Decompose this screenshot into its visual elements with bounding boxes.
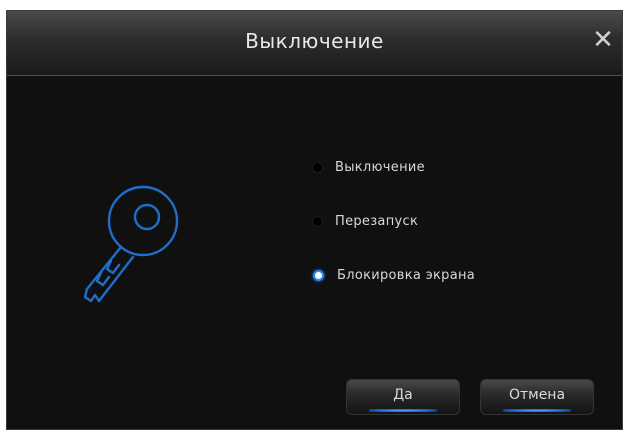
option-restart-label: Перезапуск <box>335 213 419 229</box>
shutdown-dialog: Выключение ✕ Выключение Перезапуск Блоки… <box>6 10 623 430</box>
radio-restart[interactable] <box>313 216 322 226</box>
dialog-titlebar: Выключение ✕ <box>7 11 622 76</box>
shutdown-options: Выключение Перезапуск Блокировка экрана <box>313 157 475 319</box>
option-shutdown-label: Выключение <box>335 159 425 175</box>
radio-lock-screen[interactable] <box>313 269 324 281</box>
radio-shutdown[interactable] <box>313 162 322 172</box>
option-restart[interactable]: Перезапуск <box>313 211 475 231</box>
option-lock-screen[interactable]: Блокировка экрана <box>313 265 475 285</box>
dialog-title: Выключение <box>245 29 384 53</box>
option-shutdown[interactable]: Выключение <box>313 157 475 177</box>
key-icon <box>83 185 179 303</box>
ok-button[interactable]: Да <box>346 379 460 415</box>
cancel-button[interactable]: Отмена <box>480 379 594 415</box>
option-lock-screen-label: Блокировка экрана <box>337 267 476 283</box>
close-icon[interactable]: ✕ <box>590 27 616 53</box>
